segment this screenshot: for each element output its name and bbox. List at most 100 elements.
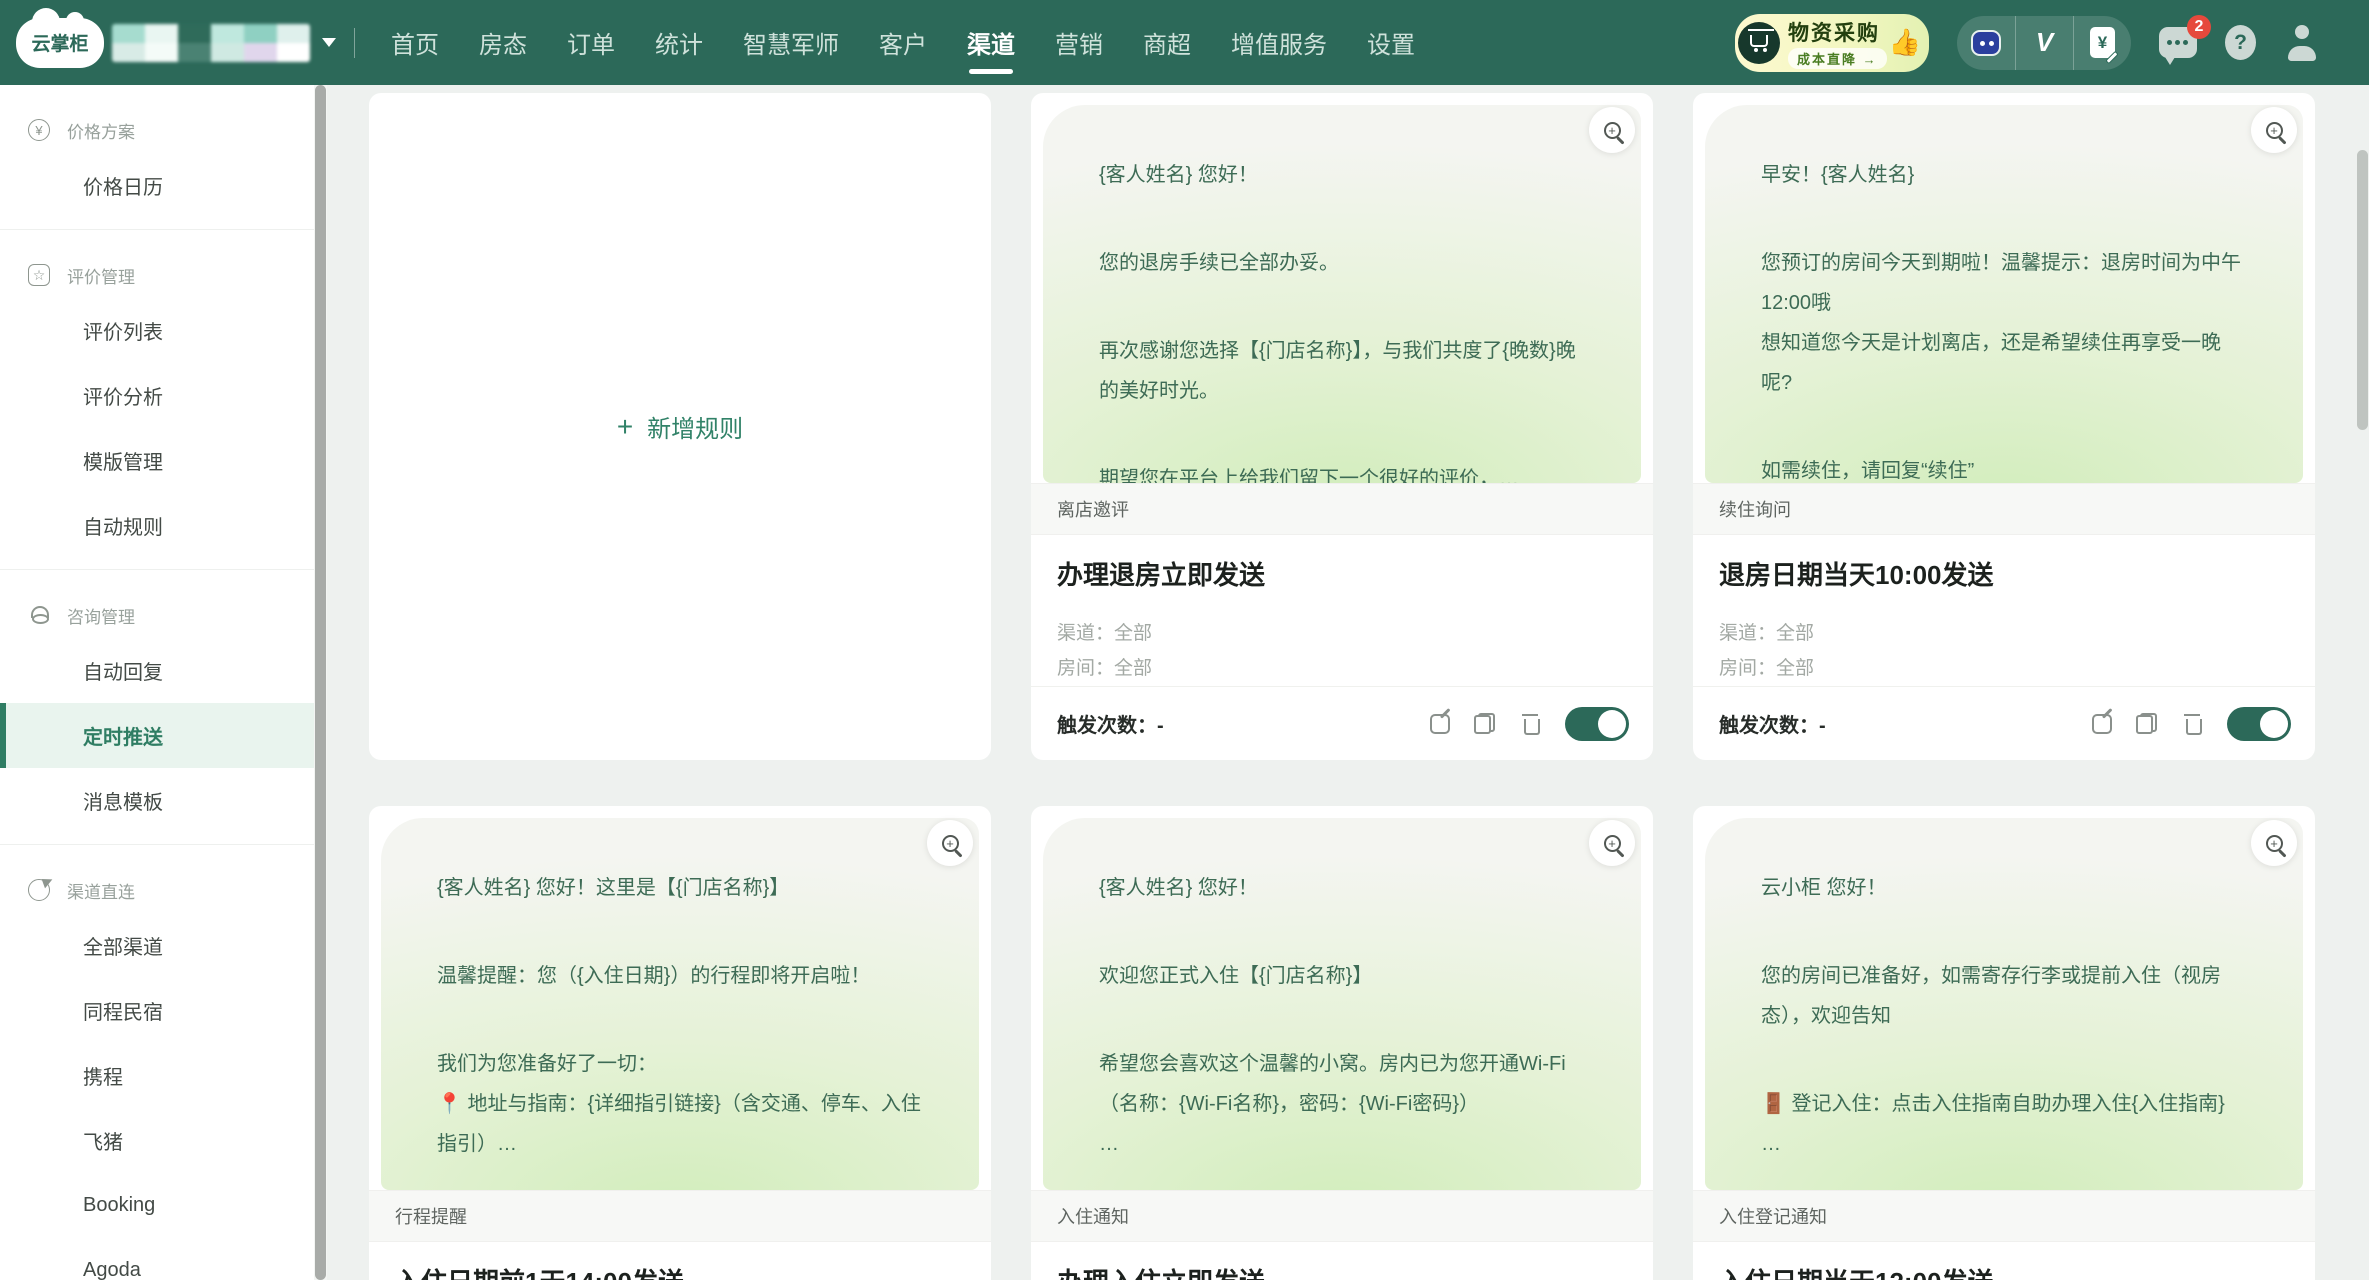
messages-button[interactable]: 2	[2159, 27, 2197, 58]
nav-item-channels-label: 渠道	[967, 25, 1015, 60]
nav-item-marketing[interactable]: 营销	[1055, 0, 1103, 85]
delete-icon[interactable]	[2181, 713, 2203, 735]
message-paragraph: 期望您在平台上给我们留下一个很好的评价，…	[1099, 459, 1585, 483]
zoom-in-button[interactable]: +	[1589, 820, 1635, 866]
nav-item-channels[interactable]: 渠道	[967, 0, 1015, 85]
rule-card-checkin-notice: {客人姓名} 您好！ 欢迎您正式入住【{门店名称}】 希望您会喜欢这个温馨的小窝…	[1031, 806, 1653, 1280]
sidebar-item-fliggy[interactable]: 飞猪	[0, 1108, 314, 1173]
edit-icon[interactable]	[1430, 714, 1450, 734]
nav-item-stats[interactable]: 统计	[655, 0, 703, 85]
sidebar-section-inquiry: 咨询管理 自动回复 定时推送 消息模板	[0, 570, 314, 844]
magnifier-plus-icon: +	[942, 835, 959, 852]
sidebar-item-auto-rules[interactable]: 自动规则	[0, 493, 314, 558]
message-paragraph: 再次感谢您选择【{门店名称}】，与我们共度了{晚数}晚的美好时光。	[1099, 331, 1585, 411]
content-scrollbar-thumb[interactable]	[2357, 150, 2368, 430]
sidebar-item-price-calendar[interactable]: 价格日历	[0, 153, 314, 218]
property-selector[interactable]	[112, 24, 336, 62]
globe-send-icon	[28, 879, 50, 901]
chevron-down-icon	[322, 38, 336, 47]
channel-label: 渠道：	[1057, 623, 1114, 644]
nav-item-roomstatus[interactable]: 房态	[479, 0, 527, 85]
sidebar-item-template-management[interactable]: 模版管理	[0, 428, 314, 493]
sidebar-item-review-analysis[interactable]: 评价分析	[0, 363, 314, 428]
zoom-in-button[interactable]: +	[927, 820, 973, 866]
sidebar-section-header: 咨询管理	[0, 592, 314, 638]
add-rule-label: 新增规则	[647, 409, 743, 444]
nav-item-mall[interactable]: 商超	[1143, 0, 1191, 85]
procurement-promo-banner[interactable]: 物资采购 成本直降 → 👍	[1735, 14, 1929, 72]
nav-item-smart-advisor[interactable]: 智慧军师	[743, 0, 839, 85]
rule-body: 入住日期前1天14:00发送	[369, 1242, 991, 1280]
zoom-in-button[interactable]: +	[2251, 820, 2297, 866]
ai-assistant-button[interactable]	[1957, 16, 2015, 70]
zoom-in-button[interactable]: +	[2251, 107, 2297, 153]
room-label: 房间：	[1719, 658, 1776, 679]
delete-icon[interactable]	[1519, 713, 1541, 735]
sidebar-item-message-templates[interactable]: 消息模板	[0, 768, 314, 833]
topbar-divider	[354, 28, 355, 58]
shopping-cart-icon	[1738, 22, 1780, 64]
zoom-in-button[interactable]: +	[1589, 107, 1635, 153]
trigger-count: 触发次数：-	[1057, 709, 1164, 738]
main-content: + 新增规则 {客人姓名} 您好！ 您的退房手续已全部办妥。 再次感谢您选择【{…	[327, 85, 2356, 1280]
rule-enabled-toggle[interactable]	[2227, 707, 2291, 741]
notification-badge: 2	[2187, 15, 2211, 39]
sidebar: ¥ 价格方案 价格日历 ☆ 评价管理 评价列表 评价分析 模版管理 自动规则 咨…	[0, 85, 314, 1280]
sidebar-item-tongcheng[interactable]: 同程民宿	[0, 978, 314, 1043]
sidebar-section-pricing: ¥ 价格方案 价格日历	[0, 85, 314, 229]
copy-icon[interactable]	[1474, 713, 1495, 734]
billing-button[interactable]: ¥	[2073, 16, 2131, 70]
nav-item-home[interactable]: 首页	[391, 0, 439, 85]
message-paragraph: 您预订的房间今天到期啦！温馨提示：退房时间为中午12:00哦 想知道您今天是计划…	[1761, 243, 2247, 403]
sidebar-item-review-list[interactable]: 评价列表	[0, 298, 314, 363]
question-mark-icon: ?	[2225, 25, 2256, 60]
nav-item-orders[interactable]: 订单	[567, 0, 615, 85]
sidebar-item-scheduled-push[interactable]: 定时推送	[0, 703, 314, 768]
star-square-icon: ☆	[28, 264, 50, 286]
app-logo[interactable]: 云掌柜	[16, 18, 104, 68]
room-value: 全部	[1114, 658, 1152, 679]
rule-body: 办理退房立即发送 渠道：全部 房间：全部	[1031, 535, 1653, 686]
message-paragraph: 温馨提醒：您（{入住日期}）的行程即将开启啦！	[437, 956, 923, 996]
add-rule-button[interactable]: + 新增规则	[617, 409, 743, 444]
rule-body: 办理入住立即发送	[1031, 1242, 1653, 1280]
rule-room: 房间：全部	[1719, 651, 2289, 686]
sidebar-item-booking[interactable]: Booking	[0, 1173, 314, 1238]
sidebar-item-all-channels[interactable]: 全部渠道	[0, 913, 314, 978]
edit-icon[interactable]	[2092, 714, 2112, 734]
rule-enabled-toggle[interactable]	[1565, 707, 1629, 741]
trigger-count: 触发次数：-	[1719, 709, 1826, 738]
sidebar-scrollbar-thumb[interactable]	[315, 85, 326, 1280]
message-paragraph: 您的退房手续已全部办妥。	[1099, 243, 1585, 283]
nav-item-value-added[interactable]: 增值服务	[1231, 0, 1327, 85]
sidebar-item-ctrip[interactable]: 携程	[0, 1043, 314, 1108]
nav-item-settings[interactable]: 设置	[1367, 0, 1415, 85]
sidebar-item-agoda[interactable]: Agoda	[0, 1238, 314, 1280]
rule-body: 退房日期当天10:00发送 渠道：全部 房间：全部	[1693, 535, 2315, 686]
promo-title: 物资采购	[1788, 17, 1880, 47]
message-preview: 早安！{客人姓名} 您预订的房间今天到期啦！温馨提示：退房时间为中午12:00哦…	[1705, 105, 2303, 483]
rule-actions	[1430, 707, 1629, 741]
message-paragraph: {客人姓名} 您好！	[1099, 868, 1585, 908]
help-button[interactable]: ?	[2225, 25, 2256, 60]
rule-footer: 触发次数：-	[1031, 686, 1653, 760]
sidebar-item-auto-reply[interactable]: 自动回复	[0, 638, 314, 703]
profile-button[interactable]	[2284, 25, 2320, 61]
message-preview: {客人姓名} 您好！这里是【{门店名称}】 温馨提醒：您（{入住日期}）的行程即…	[381, 818, 979, 1190]
brand-v-button[interactable]: V	[2015, 16, 2073, 70]
headset-icon	[28, 604, 50, 626]
trigger-label: 触发次数：	[1057, 715, 1157, 737]
rule-title: 退房日期当天10:00发送	[1719, 555, 2289, 592]
message-paragraph: 🚪 登记入住：点击入住指南自助办理入住{入住指南} …	[1761, 1084, 2247, 1164]
sidebar-section-title: 渠道直连	[67, 878, 135, 903]
top-navigation-bar: 云掌柜 首页 房态 订单 统计 智慧军师 客户 渠道 营销 商超 增值服务 设置…	[0, 0, 2369, 85]
nav-item-customers[interactable]: 客户	[879, 0, 927, 85]
copy-icon[interactable]	[2136, 713, 2157, 734]
main-nav: 首页 房态 订单 统计 智慧军师 客户 渠道 营销 商超 增值服务 设置	[391, 0, 1415, 85]
sidebar-section-title: 咨询管理	[67, 603, 135, 628]
app-logo-text: 云掌柜	[31, 29, 88, 56]
message-paragraph: {客人姓名} 您好！	[1099, 155, 1585, 195]
sidebar-section-channels: 渠道直连 全部渠道 同程民宿 携程 飞猪 Booking Agoda	[0, 845, 314, 1280]
thumbs-up-icon: 👍	[1889, 27, 1921, 58]
magnifier-plus-icon: +	[2266, 835, 2283, 852]
